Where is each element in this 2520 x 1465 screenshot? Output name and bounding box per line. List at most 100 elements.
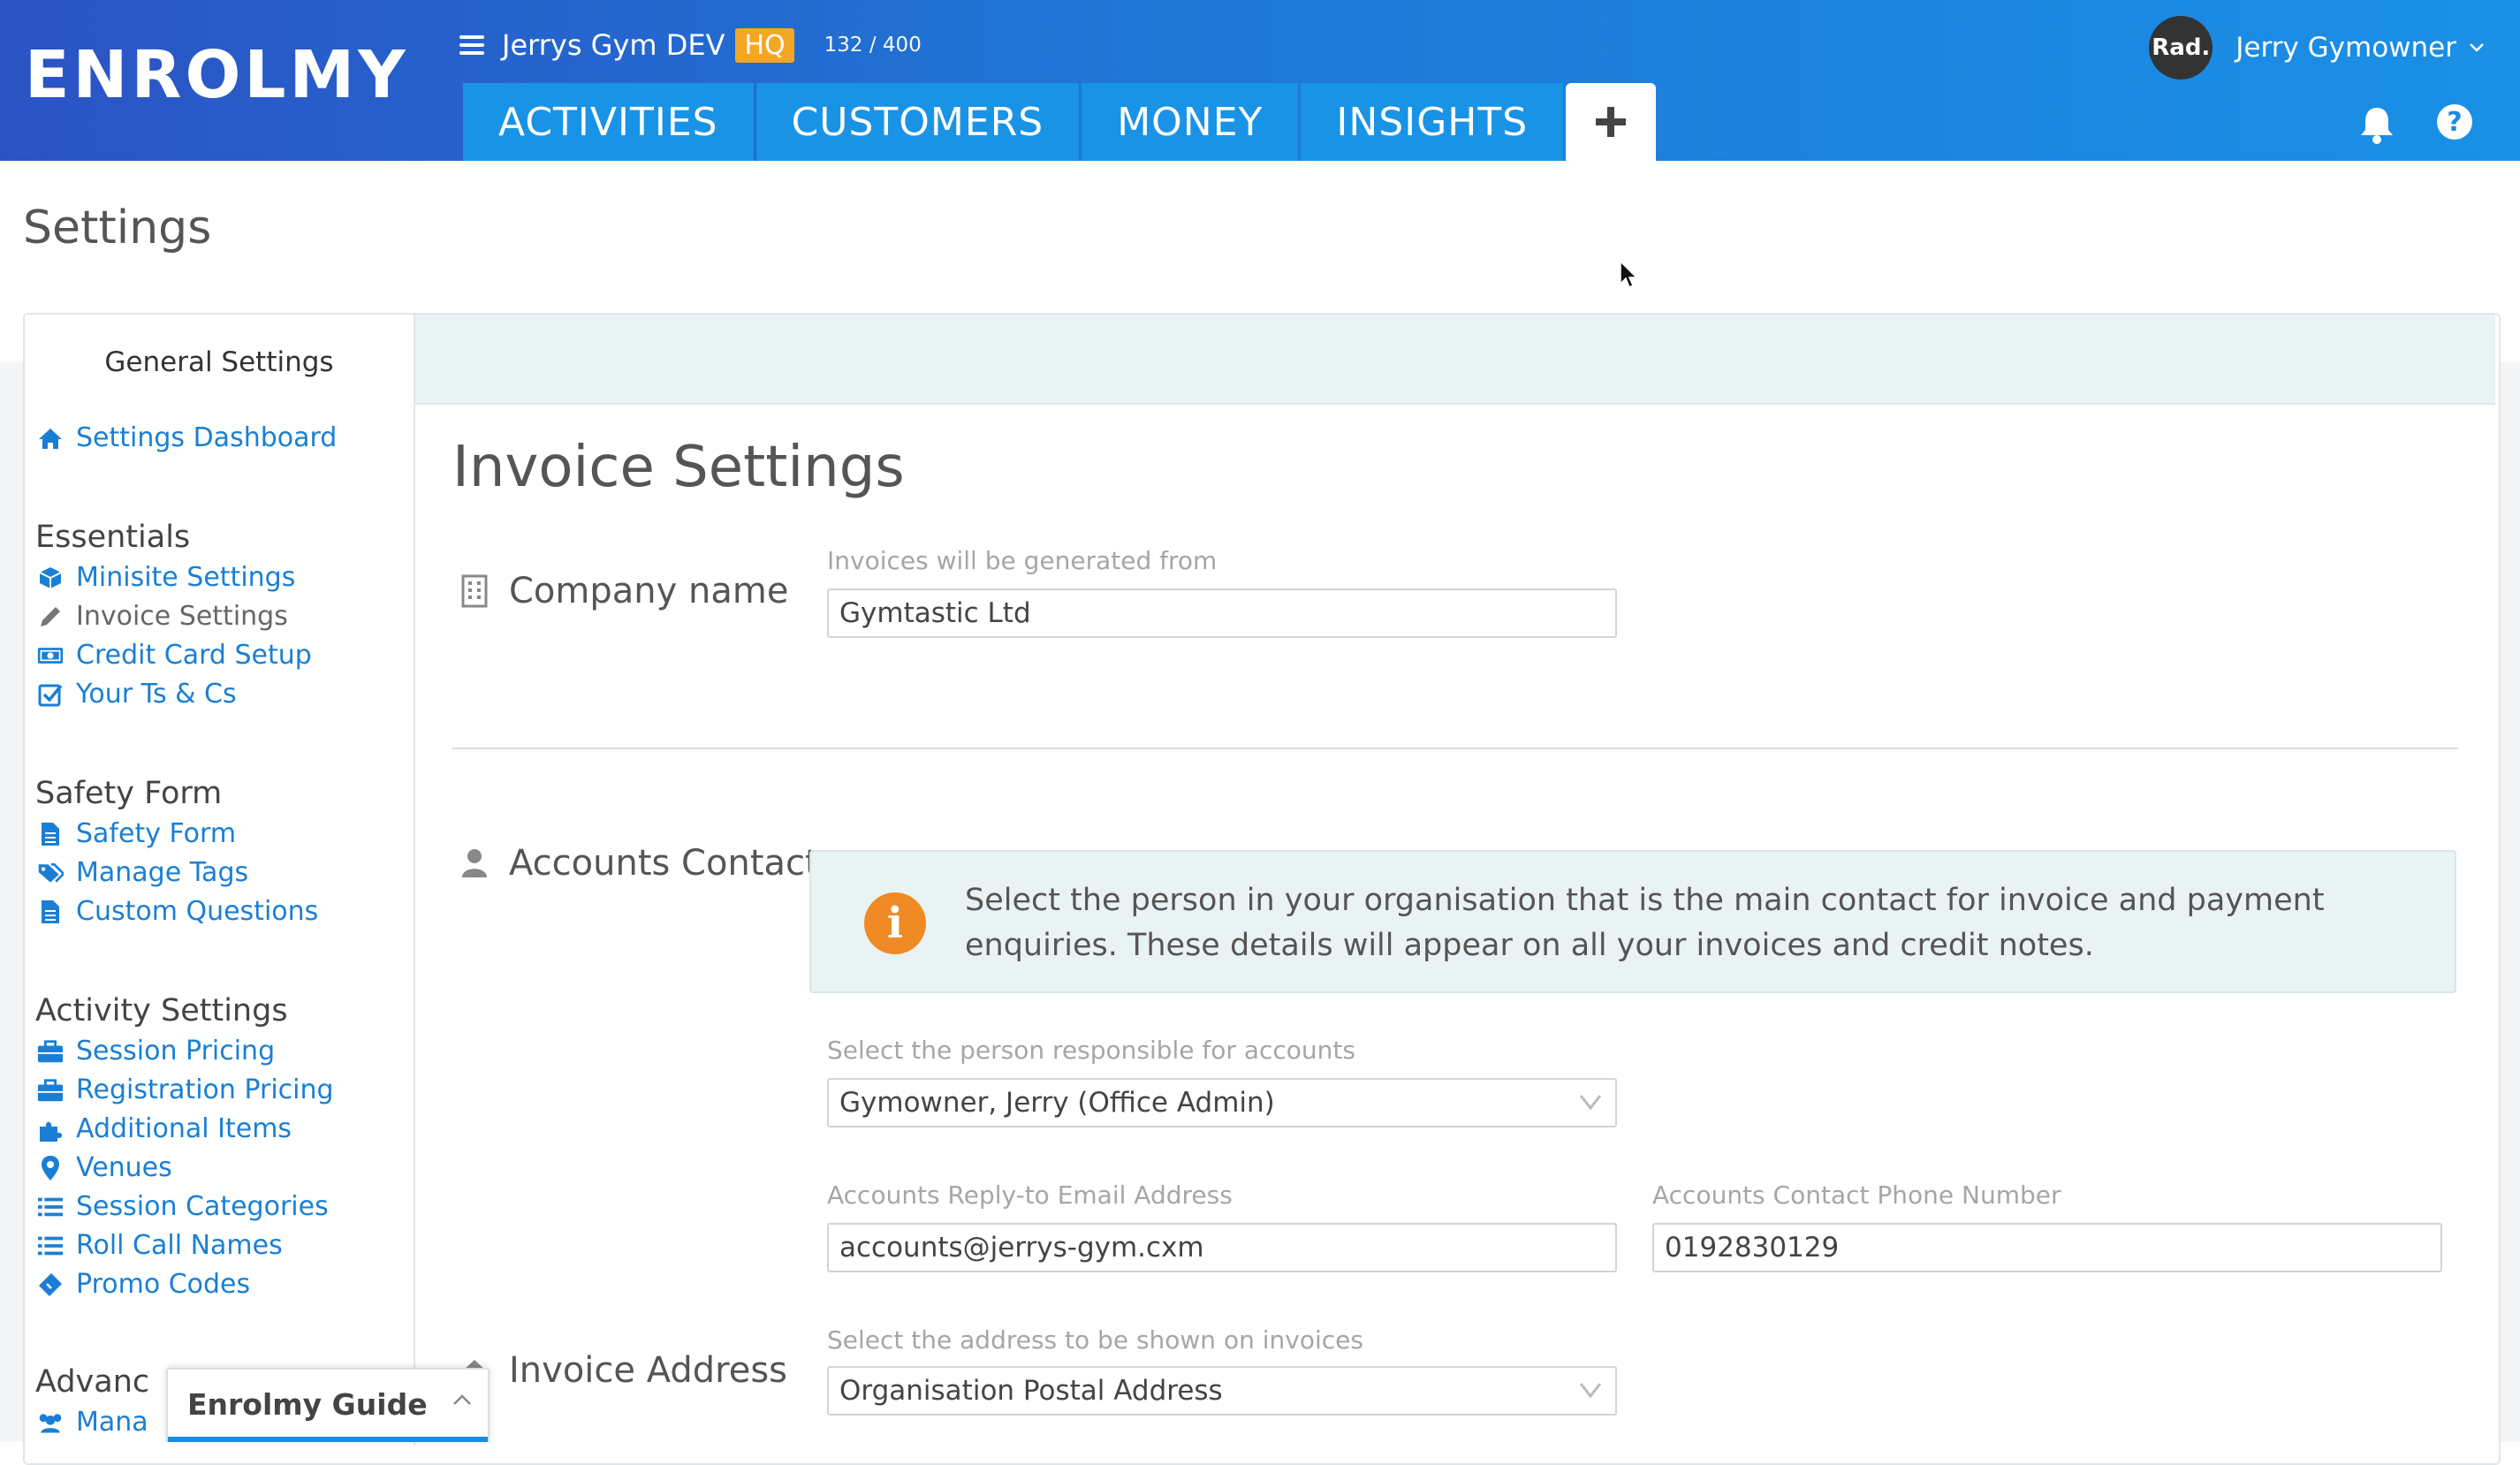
guide-accent-bar <box>168 1437 488 1442</box>
sidebar-item-promo-codes[interactable]: Promo Codes <box>37 1269 250 1300</box>
tab-activities[interactable]: ACTIVITIES <box>463 83 754 161</box>
chevron-down-icon <box>1579 1095 1602 1111</box>
sidebar-section-essentials: Essentials <box>35 520 191 555</box>
sidebar-item-label: Settings Dashboard <box>76 422 338 453</box>
info-box: i Select the person in your organisation… <box>809 850 2456 993</box>
checkbox-icon <box>38 684 63 706</box>
phone-field[interactable]: 0192830129 <box>1652 1223 2442 1272</box>
hamburger-menu-icon[interactable] <box>459 35 484 55</box>
organisation-switcher[interactable]: Jerrys Gym DEV HQ 132 / 400 <box>459 23 922 67</box>
add-tab-button[interactable] <box>1566 83 1657 161</box>
sidebar-item-label: Registration Pricing <box>76 1074 334 1105</box>
sidebar-section-activity-settings: Activity Settings <box>35 993 288 1029</box>
user-menu[interactable]: Rad. Jerry Gymowner <box>2149 16 2485 80</box>
tab-customers[interactable]: CUSTOMERS <box>755 83 1080 161</box>
sidebar-item-label: Minisite Settings <box>76 562 296 593</box>
content-header-band <box>415 315 2495 405</box>
chevron-down-icon[interactable] <box>2469 42 2485 53</box>
sidebar-item-settings-dashboard[interactable]: Settings Dashboard <box>37 422 337 453</box>
sidebar-item-manage[interactable]: Mana <box>37 1407 148 1438</box>
usage-count: 132 / 400 <box>824 34 922 57</box>
chevron-down-icon <box>1579 1383 1602 1399</box>
sidebar-item-registration-pricing[interactable]: Registration Pricing <box>37 1074 334 1105</box>
sidebar-item-credit-card-setup[interactable]: Credit Card Setup <box>37 640 312 671</box>
cube-icon <box>39 566 62 588</box>
company-field-label: Invoices will be generated from <box>827 546 1218 575</box>
puzzle-icon <box>40 1121 63 1142</box>
sidebar-item-roll-call-names[interactable]: Roll Call Names <box>37 1230 283 1261</box>
map-pin-icon <box>42 1155 59 1180</box>
sidebar-item-additional-items[interactable]: Additional Items <box>37 1113 292 1144</box>
help-icon[interactable]: ? <box>2437 104 2472 140</box>
company-name-label: Company name <box>459 571 788 611</box>
sidebar-item-label: Mana <box>76 1407 148 1438</box>
tab-insights[interactable]: INSIGHTS <box>1301 83 1564 161</box>
sidebar-item-venues[interactable]: Venues <box>37 1152 172 1183</box>
sidebar-item-your-ts-cs[interactable]: Your Ts & Cs <box>37 679 237 710</box>
pencil-icon <box>41 606 60 626</box>
sidebar-item-label: Session Categories <box>76 1191 329 1222</box>
sidebar-item-minisite-settings[interactable]: Minisite Settings <box>37 562 295 593</box>
sidebar-item-session-categories[interactable]: Session Categories <box>37 1191 329 1222</box>
sidebar-item-manage-tags[interactable]: Manage Tags <box>37 857 248 888</box>
info-icon: i <box>864 892 926 954</box>
sidebar-section-advanced: Advanc <box>35 1364 150 1400</box>
sidebar-item-session-pricing[interactable]: Session Pricing <box>37 1036 275 1066</box>
company-name-input[interactable]: Gymtastic Ltd <box>827 588 1617 638</box>
avatar[interactable]: Rad. <box>2149 16 2213 80</box>
address-field-label: Select the address to be shown on invoic… <box>827 1325 1363 1355</box>
top-navigation-bar: ENROLMY Jerrys Gym DEV HQ 132 / 400 ACTI… <box>0 0 2520 161</box>
sidebar-item-label: Additional Items <box>76 1113 292 1144</box>
list-icon <box>37 1236 64 1255</box>
guide-title: Enrolmy Guide <box>187 1387 428 1422</box>
sidebar-item-label: Invoice Settings <box>76 601 288 632</box>
bell-icon[interactable] <box>2357 104 2396 145</box>
user-icon <box>462 849 487 877</box>
file-icon <box>42 822 59 846</box>
sidebar-item-label: Venues <box>76 1152 172 1183</box>
sidebar-item-label: Promo Codes <box>76 1269 251 1300</box>
sidebar-item-label: Safety Form <box>76 818 237 849</box>
mouse-cursor-icon <box>1620 260 1638 289</box>
phone-field-label: Accounts Contact Phone Number <box>1652 1180 2061 1210</box>
accounts-contact-label: Accounts Contact <box>459 843 819 884</box>
chevron-up-icon[interactable] <box>452 1393 472 1407</box>
info-text: Select the person in your organisation t… <box>965 883 2325 963</box>
sidebar-item-label: Manage Tags <box>76 857 249 888</box>
accounts-person-label: Select the person responsible for accoun… <box>827 1036 1355 1065</box>
page-title: Settings <box>23 201 212 254</box>
hq-badge: HQ <box>735 27 794 63</box>
enrolmy-logo[interactable]: ENROLMY <box>25 37 409 113</box>
sidebar-item-invoice-settings[interactable]: Invoice Settings <box>37 601 288 632</box>
invoice-address-select[interactable]: Organisation Postal Address <box>827 1366 1617 1416</box>
sidebar-item-label: Custom Questions <box>76 896 319 927</box>
user-name[interactable]: Jerry Gymowner <box>2235 32 2456 64</box>
list-icon <box>37 1197 64 1216</box>
email-field-label: Accounts Reply-to Email Address <box>827 1180 1233 1210</box>
briefcase-icon <box>37 1078 64 1101</box>
sidebar-item-label: Credit Card Setup <box>76 640 312 671</box>
enrolmy-guide-widget[interactable]: Enrolmy Guide <box>166 1368 490 1442</box>
invoice-address-label: Invoice Address <box>459 1350 787 1391</box>
plus-icon <box>1596 107 1627 137</box>
money-icon <box>37 647 64 664</box>
email-field[interactable]: accounts@jerrys-gym.cxm <box>827 1223 1617 1272</box>
section-divider <box>452 748 2458 749</box>
section-heading: Invoice Settings <box>452 435 905 500</box>
file-icon <box>42 899 59 923</box>
sidebar-item-label: Roll Call Names <box>76 1230 283 1261</box>
briefcase-icon <box>37 1039 64 1062</box>
sidebar-item-label: Your Ts & Cs <box>76 679 237 710</box>
sidebar-header: General Settings <box>104 346 334 378</box>
organisation-name[interactable]: Jerrys Gym DEV <box>502 28 725 62</box>
users-icon <box>39 1413 62 1432</box>
sidebar-item-safety-form[interactable]: Safety Form <box>37 818 236 849</box>
tab-money[interactable]: MONEY <box>1082 83 1299 161</box>
building-icon <box>461 574 488 608</box>
accounts-person-select[interactable]: Gymowner, Jerry (Office Admin) <box>827 1078 1617 1127</box>
sidebar-item-label: Session Pricing <box>76 1036 276 1066</box>
sidebar-item-custom-questions[interactable]: Custom Questions <box>37 896 318 927</box>
ticket-icon <box>39 1272 62 1296</box>
sidebar-section-safety-form: Safety Form <box>35 776 223 811</box>
tags-icon <box>38 862 64 883</box>
